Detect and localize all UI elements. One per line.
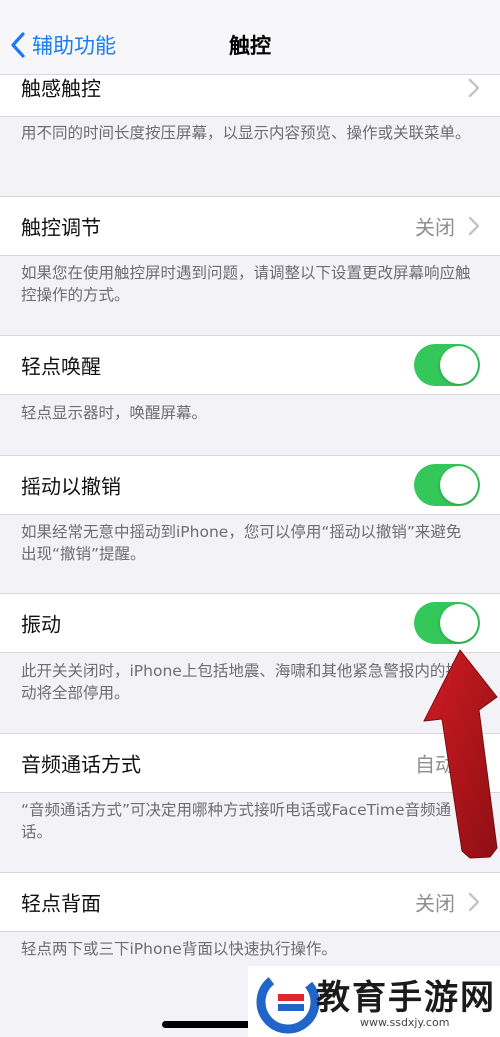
cell-label: 音频通话方式 (21, 752, 141, 777)
chevron-right-icon (468, 753, 480, 773)
toggle-knob (440, 346, 478, 384)
cell-label: 轻点背面 (21, 891, 101, 916)
toggle-knob (440, 466, 478, 504)
chevron-right-icon (468, 78, 480, 97)
vibration-toggle[interactable] (414, 602, 480, 644)
watermark-url: www.ssdxjy.com (360, 1016, 450, 1029)
section-footer-touch-accommodations: 如果您在使用触控屏时遇到问题，请调整以下设置更改屏幕响应触控操作的方式。 (21, 264, 471, 304)
section-footer-call-audio-routing: “音频通话方式”可决定用哪种方式接听电话或FaceTime音频通话。 (21, 801, 452, 841)
section-footer-back-tap: 轻点两下或三下iPhone背面以快速执行操作。 (21, 940, 337, 958)
navigation-bar: 辅助功能 触控 (0, 0, 500, 75)
cell-shake-to-undo: 摇动以撤销 (0, 455, 500, 515)
section-footer-haptic-touch: 用不同的时间长度按压屏幕，以显示内容预览、操作或关联菜单。 (21, 124, 471, 142)
watermark: 教育手游网 www.ssdxjy.com (248, 966, 500, 1037)
cell-label: 触感触控 (21, 76, 101, 101)
cell-label: 摇动以撤销 (21, 474, 121, 499)
toggle-knob (440, 604, 478, 642)
page-title: 触控 (229, 34, 271, 58)
shake-to-undo-toggle[interactable] (414, 464, 480, 506)
watermark-title: 教育手游网 (316, 978, 496, 1018)
cell-back-tap[interactable]: 轻点背面 关闭 (0, 872, 500, 932)
cell-label: 轻点唤醒 (21, 354, 101, 379)
section-footer-shake-to-undo: 如果经常无意中摇动到iPhone，您可以停用“摇动以撤销”来避免出现“撤销”提醒… (21, 523, 462, 563)
site-logo-icon (256, 970, 320, 1034)
cell-label: 振动 (21, 612, 61, 637)
chevron-right-icon (468, 892, 480, 912)
cell-value: 关闭 (415, 891, 455, 916)
cell-touch-accommodations[interactable]: 触控调节 关闭 (0, 196, 500, 256)
section-footer-tap-to-wake: 轻点显示器时，唤醒屏幕。 (21, 404, 208, 422)
cell-vibration: 振动 (0, 593, 500, 653)
cell-tap-to-wake: 轻点唤醒 (0, 335, 500, 395)
cell-value: 自动 (415, 752, 455, 777)
chevron-right-icon (468, 216, 480, 236)
cell-label: 触控调节 (21, 215, 101, 240)
section-footer-vibration: 此开关关闭时，iPhone上包括地震、海啸和其他紧急警报内的振动将全部停用。 (21, 662, 461, 702)
cell-call-audio-routing[interactable]: 音频通话方式 自动 (0, 733, 500, 793)
cell-value: 关闭 (415, 215, 455, 240)
tap-to-wake-toggle[interactable] (414, 344, 480, 386)
